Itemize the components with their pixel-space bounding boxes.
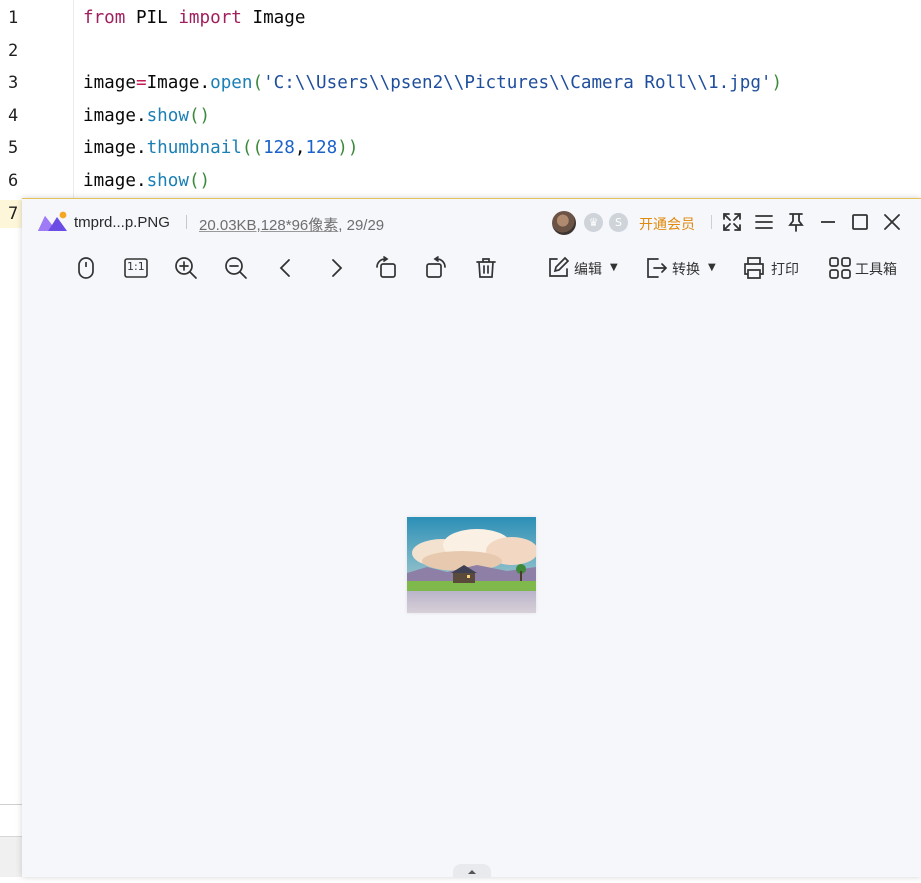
function-name: open — [210, 73, 253, 93]
code-text: , — [294, 138, 306, 158]
pin-icon[interactable] — [784, 210, 808, 234]
zoom-in-icon[interactable] — [173, 255, 199, 281]
title-separator — [186, 215, 187, 229]
image-position: , 29/29 — [338, 217, 385, 234]
code-line-6[interactable]: image.show() — [83, 171, 210, 191]
function-name: thumbnail — [146, 138, 242, 158]
print-button[interactable]: 打印 — [771, 259, 799, 279]
editor-divider — [0, 804, 22, 805]
file-info: 20.03KB,128*96像素, 29/29 — [199, 214, 384, 235]
line-number: 5 — [8, 138, 19, 158]
paren: () — [188, 106, 211, 126]
image-preview[interactable] — [407, 517, 536, 613]
code-line-4[interactable]: image.show() — [83, 106, 210, 126]
app-logo-icon — [38, 211, 67, 231]
code-text: Image — [146, 73, 200, 93]
code-text: PIL — [125, 8, 179, 28]
code-line-5[interactable]: image.thumbnail((128,128)) — [83, 138, 358, 158]
edit-icon[interactable] — [545, 255, 571, 281]
mouse-icon[interactable] — [73, 255, 99, 281]
delete-icon[interactable] — [473, 255, 499, 281]
maximize-icon[interactable] — [848, 210, 872, 234]
line-number: 3 — [8, 73, 19, 93]
code-line-3[interactable]: image=Image.open('C:\\Users\\psen2\\Pict… — [83, 73, 782, 93]
minimize-icon[interactable] — [816, 210, 840, 234]
line-number: 2 — [8, 41, 19, 61]
zoom-out-icon[interactable] — [223, 255, 249, 281]
function-name: show — [146, 106, 189, 126]
code-text: image — [83, 73, 136, 93]
caret-up-icon — [468, 870, 476, 874]
close-icon[interactable] — [880, 210, 904, 234]
next-icon[interactable] — [323, 255, 349, 281]
edit-button[interactable]: 编辑 — [574, 259, 602, 279]
actual-size-button[interactable]: 1:1 — [123, 255, 149, 281]
line-number: 6 — [8, 171, 19, 191]
image-viewer-window: tmprd...p.PNG 20.03KB,128*96像素, 29/29 ♛ … — [22, 198, 921, 878]
code-text: . — [199, 73, 211, 93]
avatar[interactable] — [552, 211, 576, 235]
code-text: image — [83, 138, 136, 158]
code-text: . — [135, 171, 147, 191]
crown-icon[interactable]: ♛ — [584, 213, 603, 232]
line-number: 1 — [8, 8, 19, 28]
code-text: image — [83, 171, 136, 191]
caret-down-icon[interactable]: ▼ — [708, 262, 716, 273]
file-name: tmprd...p.PNG — [74, 214, 170, 231]
code-text: image — [83, 106, 136, 126]
function-name: show — [146, 171, 189, 191]
code-text: Image — [241, 8, 306, 28]
keyword: import — [178, 8, 242, 28]
code-text: . — [135, 106, 147, 126]
editor-status-area — [0, 836, 22, 877]
caret-down-icon[interactable]: ▼ — [610, 262, 618, 273]
viewer-toolbar: 1:1 编辑 ▼ 转换 ▼ 打印 工具箱 — [22, 247, 921, 291]
rotate-left-icon[interactable] — [373, 255, 399, 281]
image-dimensions[interactable]: ,128*96像素 — [257, 217, 339, 234]
keyword: from — [83, 8, 126, 28]
open-membership-button[interactable]: 开通会员 — [639, 214, 695, 234]
line-number: 4 — [8, 106, 19, 126]
fullscreen-icon[interactable] — [720, 210, 744, 234]
paren: (( — [241, 138, 264, 158]
file-size[interactable]: 20.03KB — [199, 217, 257, 234]
code-text: . — [135, 138, 147, 158]
toolbox-button[interactable]: 工具箱 — [855, 259, 897, 279]
svip-icon[interactable]: S — [609, 213, 628, 232]
actual-size-label: 1:1 — [127, 260, 145, 273]
line-number: 7 — [8, 204, 19, 224]
code-line-1[interactable]: from PIL import Image — [83, 8, 305, 28]
paren: () — [188, 171, 211, 191]
print-icon[interactable] — [741, 255, 767, 281]
paren: ) — [771, 73, 783, 93]
previous-icon[interactable] — [273, 255, 299, 281]
string-literal: 'C:\\Users\\psen2\\Pictures\\Camera Roll… — [263, 73, 772, 93]
toolbox-icon[interactable] — [827, 255, 853, 281]
paren: ( — [252, 73, 264, 93]
convert-button[interactable]: 转换 — [672, 259, 700, 279]
title-separator — [711, 215, 712, 229]
paren: )) — [337, 138, 359, 158]
number-literal: 128 — [305, 138, 338, 158]
number-literal: 128 — [263, 138, 295, 158]
rotate-right-icon[interactable] — [423, 255, 449, 281]
operator: = — [135, 73, 147, 93]
menu-icon[interactable] — [752, 210, 776, 234]
title-bar[interactable]: tmprd...p.PNG 20.03KB,128*96像素, 29/29 ♛ … — [22, 199, 921, 245]
convert-icon[interactable] — [643, 255, 669, 281]
